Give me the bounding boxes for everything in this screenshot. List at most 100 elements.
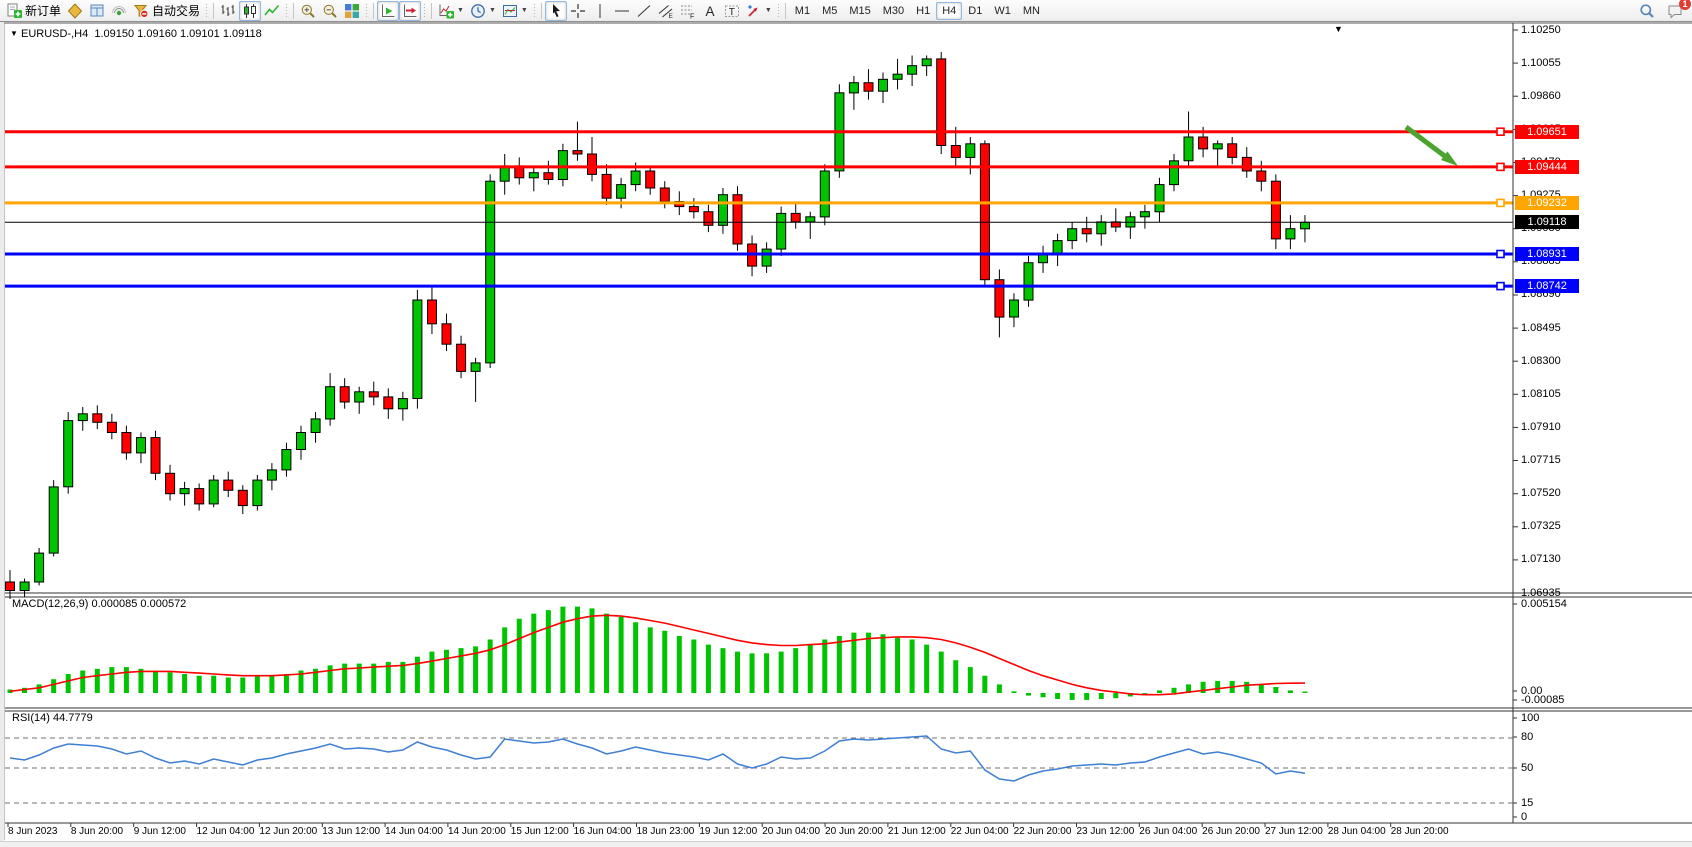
chart-canvas[interactable] xyxy=(0,0,1692,846)
price-badge-1.08931: 1.08931 xyxy=(1515,247,1579,261)
price-axis-label: 1.08105 xyxy=(1521,388,1561,400)
price-axis-label: 1.07130 xyxy=(1521,553,1561,565)
templates-dropdown-arrow[interactable]: ▼ xyxy=(521,7,528,14)
price-axis-label: 1.07715 xyxy=(1521,454,1561,466)
fibonacci-icon: F xyxy=(680,3,696,19)
chart-symbol-title: EURUSD-,H4 xyxy=(21,28,88,40)
timeframe-button-mn[interactable]: MN xyxy=(1017,2,1046,20)
rsi-axis-label: 100 xyxy=(1521,712,1539,724)
toolbar-separator xyxy=(205,4,208,18)
toolbar-separator xyxy=(365,4,368,18)
time-axis-label: 23 Jun 12:00 xyxy=(1076,826,1134,837)
price-badge-1.09118: 1.09118 xyxy=(1515,215,1579,229)
timeframe-button-d1[interactable]: D1 xyxy=(962,2,988,20)
time-axis-label: 8 Jun 2023 xyxy=(8,826,58,837)
toolbar-right-icons: 1 xyxy=(1636,0,1686,22)
time-axis-label: 22 Jun 20:00 xyxy=(1014,826,1072,837)
chart-line-icon xyxy=(264,3,280,19)
timeframe-button-m30[interactable]: M30 xyxy=(877,2,910,20)
market-watch-button[interactable] xyxy=(64,1,86,21)
time-axis-label: 9 Jun 12:00 xyxy=(134,826,186,837)
toolbar-separator xyxy=(423,4,426,18)
time-axis-label: 19 Jun 12:00 xyxy=(699,826,757,837)
toolbar-separator-line xyxy=(293,3,294,19)
time-axis-label: 22 Jun 04:00 xyxy=(951,826,1009,837)
data-window-button[interactable] xyxy=(86,1,108,21)
arrows-tool-dropdown-arrow[interactable]: ▼ xyxy=(765,7,772,14)
chat-button[interactable]: 1 xyxy=(1664,1,1686,21)
trendline-button[interactable] xyxy=(633,1,655,21)
svg-text:A: A xyxy=(705,4,714,19)
price-axis-label: 1.10055 xyxy=(1521,57,1561,69)
chart-candles-button[interactable] xyxy=(239,1,261,21)
chart-bars-button[interactable] xyxy=(217,1,239,21)
price-badge-1.08742: 1.08742 xyxy=(1515,279,1579,293)
ohlc-high: 1.09160 xyxy=(137,28,177,40)
templates-button[interactable]: ▼ xyxy=(499,1,531,21)
price-axis-label: 1.09860 xyxy=(1521,90,1561,102)
arrows-tool-button[interactable]: ▼ xyxy=(743,1,775,21)
crosshair-button[interactable] xyxy=(567,1,589,21)
window-left-edge xyxy=(0,22,4,841)
notification-badge: 1 xyxy=(1679,0,1691,10)
horizontal-line-button[interactable] xyxy=(611,1,633,21)
zoom-out-icon xyxy=(322,3,338,19)
price-axis-label: 1.07520 xyxy=(1521,487,1561,499)
equidistant-channel-button[interactable]: E xyxy=(655,1,677,21)
price-badge-1.09651: 1.09651 xyxy=(1515,125,1579,139)
time-axis-label: 13 Jun 12:00 xyxy=(322,826,380,837)
search-button[interactable] xyxy=(1636,1,1658,21)
zoom-in-button[interactable] xyxy=(297,1,319,21)
chart-line-button[interactable] xyxy=(261,1,283,21)
timeframes-clock-dropdown-arrow[interactable]: ▼ xyxy=(489,7,496,14)
time-axis-label: 20 Jun 20:00 xyxy=(825,826,883,837)
timeframe-button-h1[interactable]: H1 xyxy=(910,2,936,20)
symbol-dropdown-icon[interactable]: ▼ xyxy=(10,29,18,38)
chart-shift-icon xyxy=(402,3,418,19)
indicators-button[interactable]: ▼ xyxy=(435,1,467,21)
timeframe-button-m5[interactable]: M5 xyxy=(816,2,843,20)
time-axis-label: 12 Jun 20:00 xyxy=(259,826,317,837)
text-label-button[interactable]: T xyxy=(721,1,743,21)
time-axis-label: 28 Jun 04:00 xyxy=(1328,826,1386,837)
timeframe-button-h4[interactable]: H4 xyxy=(936,2,962,20)
timeframe-button-m15[interactable]: M15 xyxy=(843,2,876,20)
toolbar-separator-line xyxy=(431,3,432,19)
macd-axis-top: 0.005154 xyxy=(1521,598,1567,610)
equidistant-channel-icon: E xyxy=(658,3,674,19)
svg-text:T: T xyxy=(729,7,735,18)
cursor-button[interactable] xyxy=(545,1,567,21)
main-toolbar: 新订单 自动交易 ▼ ▼ ▼ E F A T ▼ M1M5M15M30H1H4D1W1MN 1 xyxy=(0,0,1692,22)
timeframes-clock-button[interactable]: ▼ xyxy=(467,1,499,21)
vertical-line-button[interactable] xyxy=(589,1,611,21)
window-bottom-edge xyxy=(0,841,1692,847)
crosshair-icon xyxy=(570,3,586,19)
time-axis-label: 28 Jun 20:00 xyxy=(1391,826,1449,837)
rsi-axis-label: 50 xyxy=(1521,762,1533,774)
price-axis-label: 1.07910 xyxy=(1521,421,1561,433)
arrows-tool-icon xyxy=(746,3,762,19)
timeframe-button-w1[interactable]: W1 xyxy=(988,2,1017,20)
templates-icon xyxy=(502,3,518,19)
indicators-dropdown-arrow[interactable]: ▼ xyxy=(457,7,464,14)
time-axis-label: 12 Jun 04:00 xyxy=(197,826,255,837)
zoom-in-icon xyxy=(300,3,316,19)
navigator-icon xyxy=(111,3,127,19)
text-button[interactable]: A xyxy=(699,1,721,21)
svg-text:F: F xyxy=(690,13,694,19)
macd-indicator-label: MACD(12,26,9) 0.000085 0.000572 xyxy=(12,598,186,610)
text-icon: A xyxy=(702,3,718,19)
zoom-out-button[interactable] xyxy=(319,1,341,21)
chart-shift-button[interactable] xyxy=(399,1,421,21)
tile-windows-button[interactable] xyxy=(341,1,363,21)
navigator-button[interactable] xyxy=(108,1,130,21)
fibonacci-button[interactable]: F xyxy=(677,1,699,21)
toolbar-separator-line xyxy=(785,3,786,19)
price-axis-label: 1.08300 xyxy=(1521,355,1561,367)
timeframe-button-m1[interactable]: M1 xyxy=(789,2,816,20)
auto-scroll-button[interactable] xyxy=(377,1,399,21)
chart-shift-marker[interactable]: ▼ xyxy=(1334,24,1343,34)
new-order-button[interactable]: 新订单 xyxy=(3,1,64,21)
chart-candles-icon xyxy=(242,3,258,19)
autotrading-button[interactable]: 自动交易 xyxy=(130,1,203,21)
